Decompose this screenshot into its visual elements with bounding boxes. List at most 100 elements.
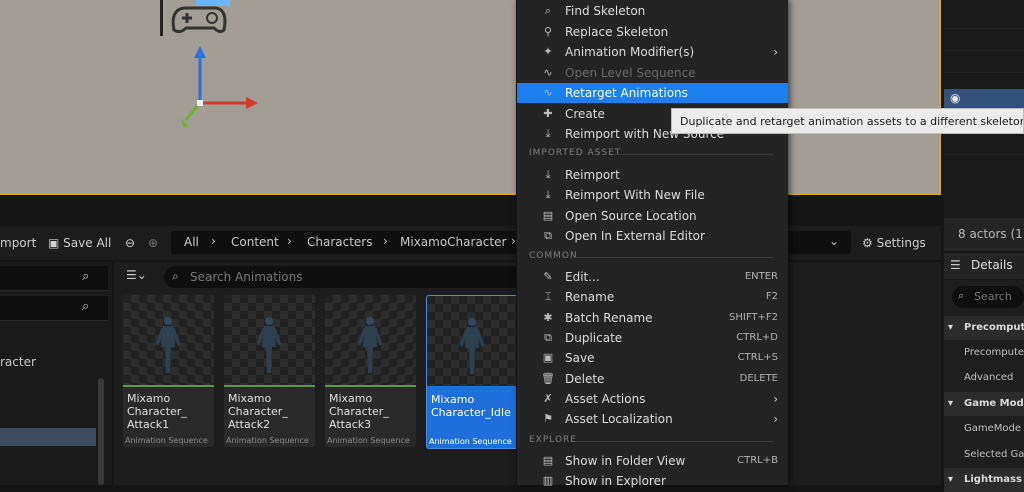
external-editor-icon: ⧉: [544, 228, 552, 242]
asset-thumbnail: [123, 295, 214, 385]
menu-item-replace-skeleton[interactable]: ⚲ Replace Skeleton: [517, 22, 788, 42]
menu-item-asset-localization[interactable]: ⚑ Asset Localization ›: [517, 409, 788, 429]
create-icon: ✚: [543, 106, 553, 120]
search-input[interactable]: ⌕ Search Animations: [164, 266, 524, 288]
details-row-label: Precompute V: [964, 347, 1024, 358]
menu-item-show-in-folder-view[interactable]: ▤ Show in Folder View CTRL+B: [517, 451, 788, 471]
details-title: Details: [971, 258, 1013, 272]
folder-search-input[interactable]: ⌕: [0, 296, 108, 321]
forward-button[interactable]: ⊕: [148, 226, 158, 260]
menu-item-label: Asset Localization: [565, 412, 673, 427]
asset-thumbnail: [325, 295, 416, 385]
asset-tile[interactable]: Mixamo Character_ Attack2 Animation Seque…: [224, 295, 315, 447]
menu-item-open-source-location[interactable]: ▤ Open Source Location: [517, 206, 788, 226]
menu-item-label: Open Source Location: [565, 208, 697, 223]
menu-item-find-skeleton[interactable]: ⌕ Find Skeleton: [517, 1, 788, 21]
menu-item-open-in-external-editor[interactable]: ⧉ Open In External Editor: [517, 226, 788, 246]
menu-item-delete[interactable]: 🗑 Delete DELETE: [517, 369, 788, 389]
outliner-row[interactable]: [944, 70, 1024, 91]
menu-section-divider: [575, 441, 773, 442]
menu-item-label: Retarget Animations: [565, 86, 688, 100]
breadcrumb-item-content[interactable]: Content: [231, 235, 279, 249]
details-search-input[interactable]: ⌕ Search: [952, 286, 1024, 308]
menu-item-duplicate[interactable]: ⧉ Duplicate CTRL+D: [517, 328, 788, 348]
details-tab[interactable]: ☰ Details: [944, 253, 1024, 279]
menu-item-batch-rename[interactable]: ✱ Batch Rename SHIFT+F2: [517, 308, 788, 328]
asset-tile[interactable]: Mixamo Character_Idle Animation Sequence: [426, 295, 519, 449]
reimport-file-icon: ⤓: [545, 188, 551, 202]
import-button[interactable]: mport: [0, 226, 36, 260]
breadcrumb-item-all[interactable]: All: [184, 235, 199, 249]
menu-item-rename[interactable]: ⌶ Rename F2: [517, 287, 788, 307]
menu-item-retarget-animations[interactable]: ∿ Retarget Animations: [517, 83, 788, 103]
menu-item-shortcut: ENTER: [744, 271, 778, 282]
back-button[interactable]: ⊖: [125, 226, 135, 260]
edit-icon: ✎: [543, 270, 553, 283]
chevron-down-icon: ▾: [948, 474, 954, 485]
details-row-label: Lightmass: [964, 474, 1022, 485]
details-property[interactable]: Precompute V: [944, 341, 1024, 365]
menu-item-edit[interactable]: ✎ Edit... ENTER: [517, 267, 788, 287]
menu-item-asset-actions[interactable]: ✗ Asset Actions ›: [517, 389, 788, 409]
viewport-border: [0, 193, 941, 195]
details-property[interactable]: Advanced: [944, 366, 1024, 390]
asset-type: Animation Sequence: [226, 436, 309, 445]
chevron-down-icon: ▾: [948, 398, 954, 409]
asset-tile[interactable]: Mixamo Character_ Attack1 Animation Seque…: [123, 295, 214, 447]
details-category[interactable]: ▾ Precompute: [944, 316, 1024, 340]
details-row-label: Advanced: [964, 372, 1014, 383]
settings-button[interactable]: ⚙ Settings: [862, 226, 926, 260]
sources-search-input[interactable]: ⌕: [0, 266, 108, 291]
menu-item-shortcut: DELETE: [739, 372, 778, 384]
save-all-button[interactable]: ▣ Save All: [48, 226, 111, 260]
menu-item-label: Reimport: [565, 168, 620, 182]
outliner-row[interactable]: [944, 8, 1024, 29]
batch-rename-icon: ✱: [543, 310, 553, 324]
asset-thumbnail: [427, 296, 518, 386]
gamepad-icon: [160, 0, 246, 36]
details-category[interactable]: ▾ Game Mode: [944, 392, 1024, 416]
chevron-down-icon[interactable]: ⌄: [829, 234, 839, 248]
visibility-eye-icon[interactable]: ◉: [950, 91, 960, 105]
character-figure-icon: [256, 317, 282, 373]
menu-section-header: COMMON: [529, 251, 578, 261]
outliner-row-selected[interactable]: ◉: [944, 89, 1024, 110]
asset-type-bar: [224, 385, 315, 387]
character-figure-icon: [357, 317, 383, 373]
breadcrumb-separator-icon: ›: [287, 234, 292, 248]
reimport-icon: ⤓: [545, 127, 551, 140]
menu-item-open-level-sequence[interactable]: ∿ Open Level Sequence: [517, 63, 788, 83]
asset-name: Mixamo Character_ Attack1: [127, 392, 187, 431]
outliner-row[interactable]: [944, 134, 1024, 155]
delete-icon: 🗑: [541, 371, 555, 385]
menu-item-shortcut: CTRL+S: [737, 352, 778, 364]
breadcrumb-separator-icon: ›: [211, 234, 216, 248]
asset-tile[interactable]: Mixamo Character_ Attack3 Animation Seque…: [325, 295, 416, 447]
filter-icon[interactable]: ☰⌄: [126, 268, 147, 282]
menu-item-show-in-explorer[interactable]: ▥ Show in Explorer: [517, 471, 788, 491]
chevron-down-icon: ▾: [948, 322, 954, 333]
details-property[interactable]: Selected Gan: [944, 443, 1024, 467]
menu-item-label: Save: [565, 351, 595, 366]
folder-item-label[interactable]: racter: [0, 355, 36, 369]
details-row-label: Selected Gan: [964, 449, 1024, 460]
scrollbar[interactable]: [98, 378, 104, 485]
reimport-icon: ⤓: [545, 168, 551, 181]
menu-section-divider: [575, 257, 773, 258]
level-viewport[interactable]: [0, 0, 941, 193]
asset-type: Animation Sequence: [327, 436, 410, 445]
details-panel[interactable]: ⌕ Search ▾ Precompute Precompute V Advanced…: [944, 280, 1024, 492]
asset-type: Animation Sequence: [125, 436, 208, 445]
details-category[interactable]: ▾ Lightmass: [944, 468, 1024, 492]
breadcrumb-item-mixamo[interactable]: MixamoCharacter: [400, 235, 506, 249]
outliner-row[interactable]: [944, 30, 1024, 51]
menu-item-reimport-with-new-file[interactable]: ⤓ Reimport With New File: [517, 185, 788, 205]
menu-item-label: Open In External Editor: [565, 228, 705, 243]
menu-item-animation-modifier-s[interactable]: ✦ Animation Modifier(s) ›: [517, 42, 788, 62]
details-search-placeholder: Search: [974, 290, 1012, 303]
breadcrumb-item-characters[interactable]: Characters: [307, 235, 373, 249]
folder-item-selected[interactable]: [0, 428, 96, 446]
details-property[interactable]: GameMode O: [944, 417, 1024, 441]
menu-item-reimport[interactable]: ⤓ Reimport: [517, 165, 788, 185]
menu-item-save[interactable]: ▣ Save CTRL+S: [517, 348, 788, 368]
